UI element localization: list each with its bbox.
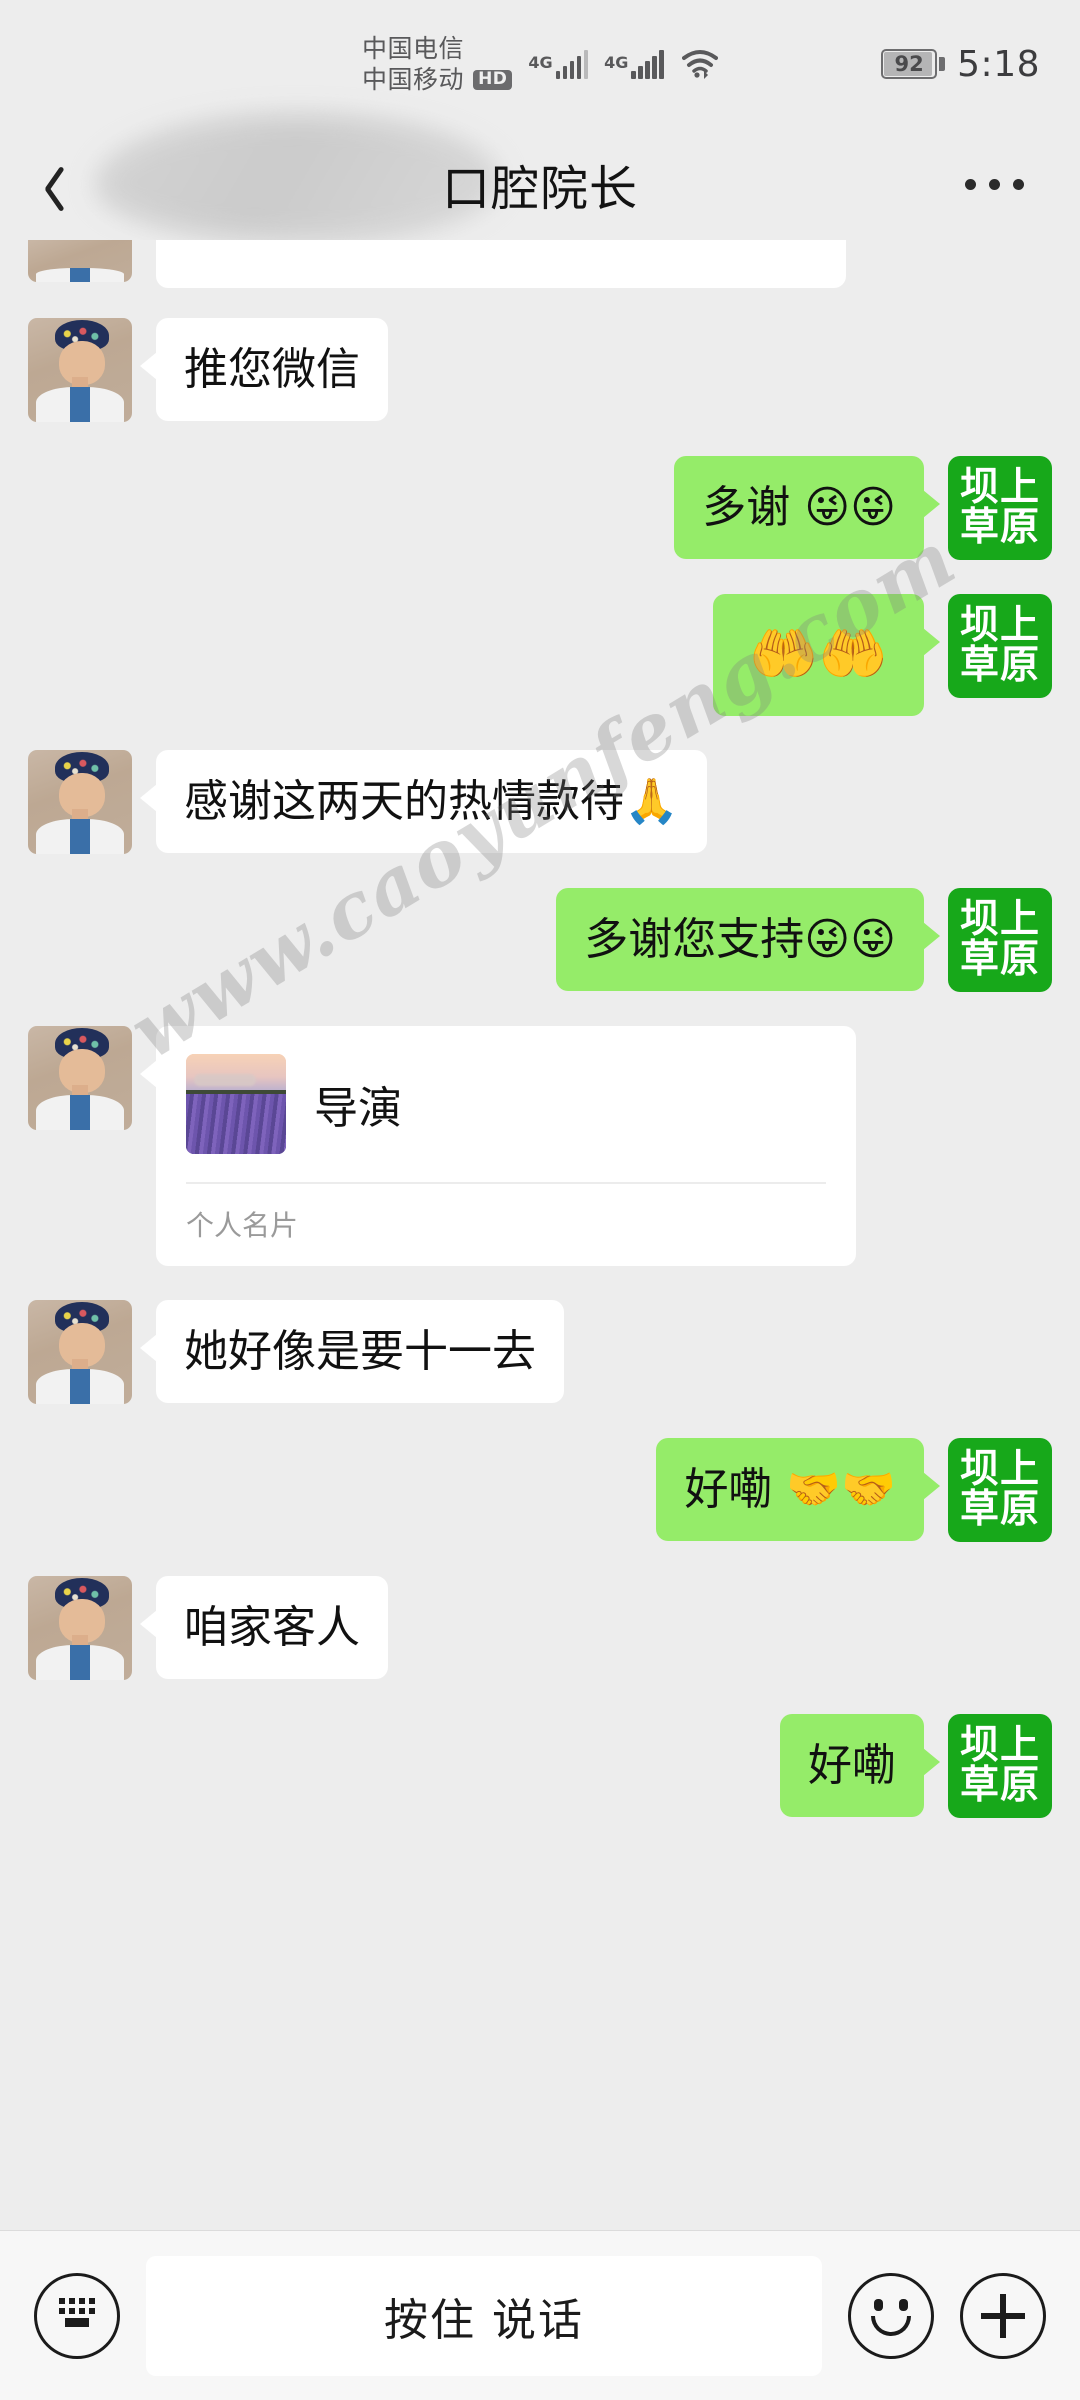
message-row: 多谢 😜😜 坝上 草原 bbox=[0, 456, 1080, 560]
message-bubble[interactable]: 推您微信 bbox=[140, 318, 388, 421]
carrier-row-secondary: 中国移动 HD bbox=[362, 64, 513, 96]
page-title: 口腔院长 bbox=[441, 161, 638, 217]
message-row: 多谢您支持😜😜 坝上 草原 bbox=[0, 888, 1080, 992]
message-row: 好嘞 坝上 草原 bbox=[0, 1714, 1080, 1818]
message-bubble[interactable]: 好嘞 🤝🤝 bbox=[656, 1438, 940, 1541]
emoji-button[interactable] bbox=[848, 2272, 934, 2359]
carrier-primary-label: 中国电信 bbox=[362, 33, 465, 63]
message-bubble[interactable] bbox=[156, 240, 846, 288]
signal-bars-icon-1 bbox=[555, 49, 589, 79]
avatar[interactable] bbox=[28, 1026, 132, 1130]
brand-avatar-text: 坝上 草原 bbox=[959, 1722, 1040, 1808]
hold-to-talk-label: 按住 说话 bbox=[384, 2294, 584, 2346]
message-row: 推您微信 bbox=[0, 318, 1080, 422]
signal-group-1: 4G bbox=[528, 49, 589, 79]
input-toolbar: 按住 说话 bbox=[0, 2230, 1080, 2400]
chat-header: 口腔院长 bbox=[0, 114, 1080, 242]
wifi-icon bbox=[681, 49, 718, 79]
battery-percent-label: 92 bbox=[894, 52, 924, 76]
phone-screen: 中国电信 中国移动 HD 4G 4G 92 5:18 口腔院长 推您微信 多谢 … bbox=[0, 0, 1080, 2400]
brand-avatar-text: 坝上 草原 bbox=[959, 602, 1040, 688]
hd-badge: HD bbox=[473, 69, 513, 90]
status-bar: 中国电信 中国移动 HD 4G 4G 92 5:18 bbox=[0, 0, 1080, 128]
keyboard-icon bbox=[57, 2297, 97, 2334]
battery-icon: 92 bbox=[881, 49, 946, 79]
more-options-icon[interactable] bbox=[946, 128, 1042, 240]
brand-avatar-text: 坝上 草原 bbox=[959, 464, 1040, 550]
contact-card-message[interactable]: 导演 个人名片 bbox=[140, 1026, 856, 1266]
contact-card-main: 导演 bbox=[186, 1054, 826, 1182]
message-row: 导演 个人名片 bbox=[0, 1026, 1080, 1266]
message-row: 她好像是要十一去 bbox=[0, 1300, 1080, 1404]
carrier-row-primary: 中国电信 bbox=[362, 33, 464, 65]
network-type-label-2: 4G bbox=[604, 53, 629, 72]
avatar[interactable] bbox=[28, 1576, 132, 1680]
message-list[interactable]: 推您微信 多谢 😜😜 坝上 草原 🤲🤲 坝上 草原 感谢这两天的热情款待🙏 多谢… bbox=[0, 240, 1080, 2230]
signal-group-2: 4G bbox=[604, 49, 664, 79]
message-row-partial bbox=[0, 240, 1080, 288]
avatar[interactable]: 坝上 草原 bbox=[948, 1438, 1052, 1542]
contact-card-name: 导演 bbox=[314, 1083, 402, 1134]
brand-avatar-text: 坝上 草原 bbox=[959, 896, 1040, 982]
more-actions-button[interactable] bbox=[960, 2272, 1046, 2359]
message-row: 咱家客人 bbox=[0, 1576, 1080, 1680]
smiley-icon bbox=[864, 2289, 918, 2343]
contact-card-thumbnail bbox=[186, 1054, 286, 1154]
avatar[interactable] bbox=[28, 318, 132, 422]
avatar[interactable] bbox=[28, 750, 132, 854]
avatar[interactable] bbox=[28, 240, 132, 282]
avatar[interactable]: 坝上 草原 bbox=[948, 594, 1052, 698]
contact-card-type-label: 个人名片 bbox=[186, 1209, 299, 1242]
avatar[interactable]: 坝上 草原 bbox=[948, 1714, 1052, 1818]
status-bar-center: 中国电信 中国移动 HD 4G 4G bbox=[362, 33, 718, 96]
plus-icon bbox=[981, 2293, 1025, 2338]
message-bubble[interactable]: 多谢您支持😜😜 bbox=[556, 888, 940, 991]
avatar[interactable] bbox=[28, 1300, 132, 1404]
message-row: 好嘞 🤝🤝 坝上 草原 bbox=[0, 1438, 1080, 1542]
brand-avatar-text: 坝上 草原 bbox=[959, 1446, 1040, 1532]
message-bubble[interactable]: 多谢 😜😜 bbox=[674, 456, 940, 559]
network-type-label-1: 4G bbox=[528, 53, 553, 72]
message-row: 感谢这两天的热情款待🙏 bbox=[0, 750, 1080, 854]
clock-label: 5:18 bbox=[957, 43, 1040, 85]
carrier-labels: 中国电信 中国移动 HD bbox=[362, 33, 513, 96]
avatar[interactable]: 坝上 草原 bbox=[948, 888, 1052, 992]
message-bubble[interactable]: 她好像是要十一去 bbox=[140, 1300, 564, 1403]
keyboard-toggle-button[interactable] bbox=[34, 2272, 120, 2359]
signal-bars-icon-2 bbox=[631, 49, 664, 79]
avatar[interactable]: 坝上 草原 bbox=[948, 456, 1052, 560]
redacted-overlay bbox=[95, 114, 500, 242]
hold-to-talk-button[interactable]: 按住 说话 bbox=[146, 2255, 822, 2376]
message-bubble[interactable]: 好嘞 bbox=[780, 1714, 940, 1817]
message-bubble[interactable]: 咱家客人 bbox=[140, 1576, 388, 1679]
status-bar-right: 92 5:18 bbox=[881, 44, 1040, 85]
message-bubble[interactable]: 🤲🤲 bbox=[712, 594, 941, 716]
carrier-secondary-label: 中国移动 bbox=[362, 65, 465, 94]
back-button[interactable] bbox=[0, 128, 110, 240]
back-chevron-icon bbox=[42, 161, 68, 207]
message-bubble[interactable]: 感谢这两天的热情款待🙏 bbox=[140, 750, 707, 853]
message-row: 🤲🤲 坝上 草原 bbox=[0, 594, 1080, 716]
